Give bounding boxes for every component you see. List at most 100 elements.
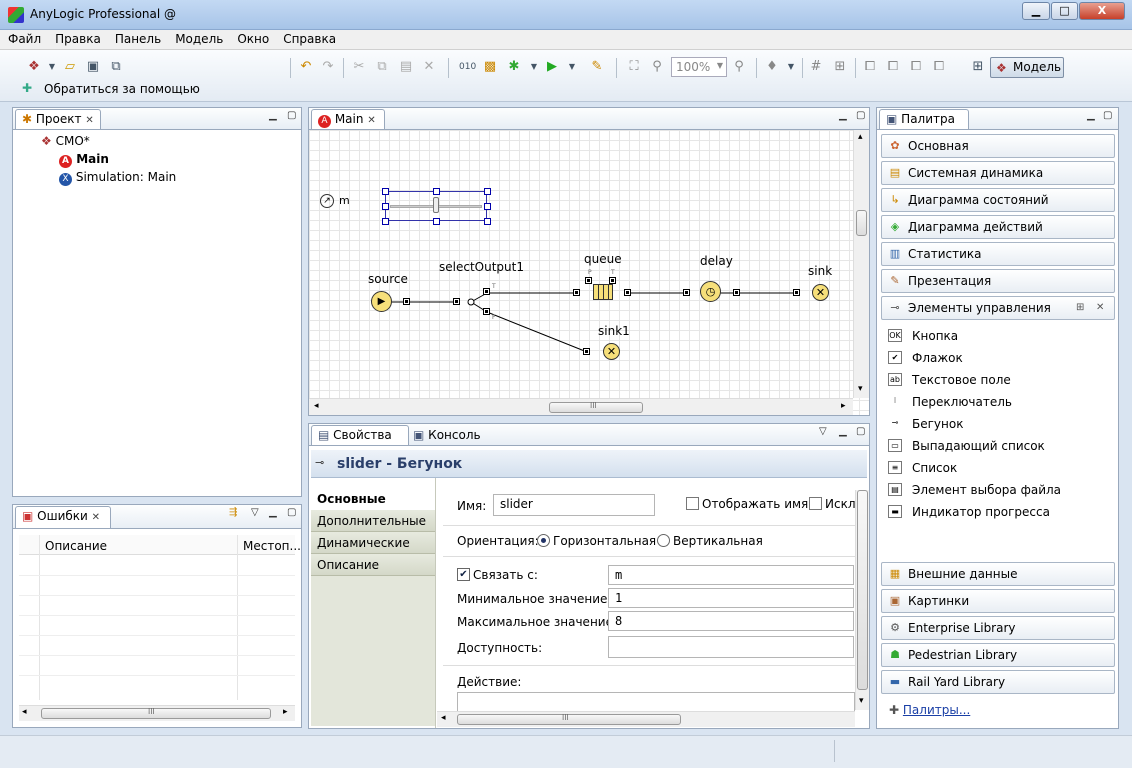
- palette-group-action[interactable]: ◈ Диаграмма действий: [881, 215, 1115, 239]
- scroll-thumb[interactable]: lll: [41, 707, 271, 719]
- delay-block-icon[interactable]: ◷: [700, 281, 721, 302]
- bring-forward-icon[interactable]: ⧠: [885, 59, 901, 75]
- minimize-panel-icon[interactable]: ▁: [269, 110, 277, 121]
- tab-main[interactable]: A Main ✕: [311, 109, 385, 130]
- close-tab-icon[interactable]: ✕: [367, 115, 375, 126]
- build-all-icon[interactable]: ▩: [482, 59, 498, 75]
- grid-icon[interactable]: #: [808, 59, 824, 75]
- open-perspective-icon[interactable]: ⊞: [970, 59, 986, 75]
- sink1-block-icon[interactable]: ✕: [603, 343, 620, 360]
- delete-icon[interactable]: ✕: [421, 59, 437, 75]
- model-perspective-button[interactable]: ❖ Модель: [990, 57, 1064, 78]
- new-model-icon[interactable]: ❖: [26, 59, 42, 75]
- control-list[interactable]: ≡ Список: [888, 459, 957, 477]
- debug-dropdown-icon[interactable]: ▼: [526, 59, 542, 75]
- col-description[interactable]: Описание: [45, 539, 107, 553]
- scroll-left-icon[interactable]: ◂: [441, 713, 446, 723]
- port[interactable]: [573, 289, 580, 296]
- scroll-down-icon[interactable]: ▾: [858, 384, 863, 394]
- bring-front-icon[interactable]: ⧠: [862, 59, 878, 75]
- scroll-thumb[interactable]: lll: [549, 401, 643, 413]
- close-group-icon[interactable]: ✕: [1096, 297, 1104, 319]
- close-tab-icon[interactable]: ✕: [92, 512, 100, 523]
- port[interactable]: [403, 298, 410, 305]
- tools-icon[interactable]: ✎: [589, 59, 605, 75]
- copy-icon[interactable]: ⧉: [374, 59, 390, 75]
- resize-handle[interactable]: [484, 188, 491, 195]
- new-dropdown-icon[interactable]: ▼: [44, 59, 60, 75]
- section-basic[interactable]: Основные: [311, 488, 435, 510]
- send-backward-icon[interactable]: ⧠: [908, 59, 924, 75]
- section-description[interactable]: Описание: [311, 554, 435, 576]
- port[interactable]: [793, 289, 800, 296]
- tree-item-simulation[interactable]: X Simulation: Main: [59, 170, 176, 186]
- paste-icon[interactable]: ▤: [398, 59, 414, 75]
- port[interactable]: [733, 289, 740, 296]
- port[interactable]: [683, 289, 690, 296]
- scroll-left-icon[interactable]: ◂: [314, 401, 319, 411]
- section-dynamic[interactable]: Динамические: [311, 532, 435, 554]
- properties-hscroll[interactable]: ◂ lll: [437, 711, 855, 727]
- view-menu-icon[interactable]: ▽: [819, 426, 827, 437]
- min-field[interactable]: 1: [608, 588, 854, 608]
- orientation-vertical-radio[interactable]: [657, 534, 670, 547]
- show-name-checkbox[interactable]: [686, 497, 699, 510]
- palette-group-statechart[interactable]: ↳ Диаграмма состояний: [881, 188, 1115, 212]
- resize-handle[interactable]: [382, 218, 389, 225]
- menu-file[interactable]: Файл: [0, 30, 47, 46]
- close-button[interactable]: X: [1079, 2, 1125, 20]
- scroll-thumb[interactable]: lll: [457, 713, 681, 725]
- resize-handle[interactable]: [382, 188, 389, 195]
- port[interactable]: [483, 308, 490, 315]
- exclude-checkbox[interactable]: [809, 497, 822, 510]
- scroll-left-icon[interactable]: ◂: [22, 707, 27, 717]
- open-folder-icon[interactable]: ▱: [62, 59, 78, 75]
- palette-group-railyard[interactable]: ▬ Rail Yard Library: [881, 670, 1115, 694]
- menu-edit[interactable]: Правка: [47, 30, 107, 46]
- sink-block-icon[interactable]: ✕: [812, 284, 829, 301]
- errors-hscroll[interactable]: ◂ lll ▸: [19, 705, 295, 721]
- run-dropdown-icon[interactable]: ▼: [564, 59, 580, 75]
- maximize-panel-icon[interactable]: ▢: [1103, 110, 1112, 121]
- tree-item-main[interactable]: A Main: [59, 152, 109, 168]
- zoom-fit-icon[interactable]: ⛶: [626, 59, 642, 75]
- tab-console[interactable]: ▣ Консоль: [413, 428, 481, 442]
- menu-window[interactable]: Окно: [229, 30, 275, 46]
- align-icon[interactable]: ⊞: [832, 59, 848, 75]
- palette-group-controls[interactable]: ⊸ Элементы управления ⊞ ✕: [881, 296, 1115, 320]
- port[interactable]: [585, 277, 592, 284]
- name-field[interactable]: slider: [493, 494, 655, 516]
- pin-dropdown-icon[interactable]: ▼: [783, 59, 799, 75]
- view-menu-icon[interactable]: ▽: [251, 507, 259, 518]
- palette-group-sd[interactable]: ▤ Системная динамика: [881, 161, 1115, 185]
- link-checkbox[interactable]: ✔: [457, 568, 470, 581]
- control-textfield[interactable]: ab Текстовое поле: [888, 371, 1011, 389]
- control-radio[interactable]: ⁝ Переключатель: [888, 393, 1012, 411]
- control-combobox[interactable]: ▭ Выпадающий список: [888, 437, 1045, 455]
- filter-icon[interactable]: ⇶: [229, 507, 237, 518]
- redo-icon[interactable]: ↷: [320, 59, 336, 75]
- run-icon[interactable]: ▶: [544, 59, 560, 75]
- scroll-thumb[interactable]: [856, 210, 867, 236]
- maximize-panel-icon[interactable]: ▢: [856, 110, 865, 121]
- scroll-thumb[interactable]: [857, 490, 868, 690]
- control-checkbox[interactable]: ✔ Флажок: [888, 349, 963, 367]
- palette-group-stats[interactable]: ▥ Статистика: [881, 242, 1115, 266]
- zoom-in-icon[interactable]: ⚲: [731, 59, 747, 75]
- build-icon[interactable]: 010: [459, 59, 476, 75]
- menu-model[interactable]: Модель: [167, 30, 229, 46]
- variable-icon[interactable]: ↗: [320, 194, 334, 208]
- minimize-panel-icon[interactable]: ▁: [1087, 110, 1095, 121]
- enabled-field[interactable]: [608, 636, 854, 658]
- scroll-right-icon[interactable]: ▸: [841, 401, 846, 411]
- resize-handle[interactable]: [433, 188, 440, 195]
- maximize-panel-icon[interactable]: ▢: [856, 426, 865, 437]
- control-file-chooser[interactable]: ▤ Элемент выбора файла: [888, 481, 1061, 499]
- col-location[interactable]: Местоп...: [243, 539, 301, 553]
- editor-vscroll[interactable]: ▴ ▾: [853, 130, 869, 398]
- minimize-button[interactable]: ▁: [1022, 2, 1050, 20]
- source-block-icon[interactable]: ▶: [371, 291, 392, 312]
- control-button[interactable]: OK Кнопка: [888, 327, 958, 345]
- help-link[interactable]: Обратиться за помощью: [44, 82, 200, 96]
- maximize-panel-icon[interactable]: ▢: [287, 110, 296, 121]
